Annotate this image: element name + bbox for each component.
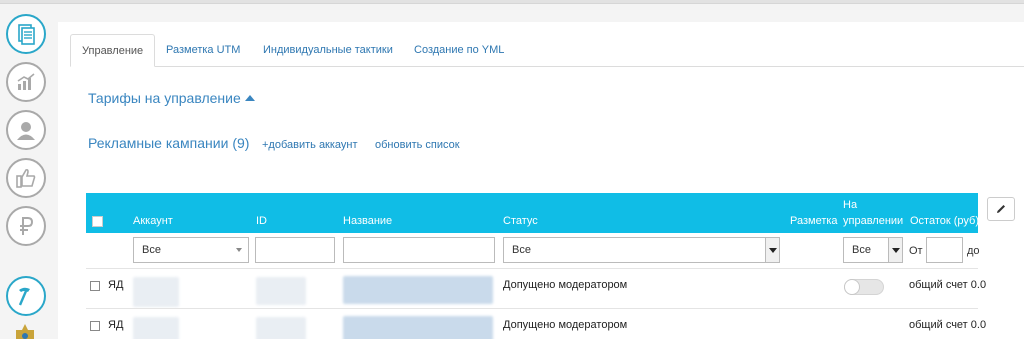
row-status: Допущено модератором: [503, 279, 628, 291]
tab-bar: Управление Разметка UTM Индивидуальные т…: [70, 34, 1024, 67]
tariffs-toggle[interactable]: Тарифы на управление: [88, 90, 255, 106]
top-strip: [0, 0, 1024, 4]
select-all-checkbox[interactable]: [92, 216, 103, 227]
tariffs-title: Тарифы на управление: [88, 90, 241, 106]
header-managed-line2[interactable]: управлении: [843, 215, 903, 227]
row-balance: общий счет 0.0: [909, 279, 987, 291]
header-account[interactable]: Аккаунт: [133, 215, 173, 227]
header-managed-line1[interactable]: На: [843, 199, 857, 211]
account-filter-value: Все: [142, 244, 161, 256]
managed-toggle[interactable]: [844, 279, 884, 295]
sidebar: [0, 4, 54, 339]
header-status[interactable]: Статус: [503, 215, 538, 227]
balance-to-label: до: [967, 245, 980, 257]
status-filter-value: Все: [512, 244, 531, 256]
caret-up-icon: [244, 95, 255, 101]
hammer-icon[interactable]: [6, 276, 46, 316]
user-profile-icon[interactable]: [6, 110, 46, 150]
row-id-redacted: [256, 317, 306, 339]
table-header: Аккаунт ID Название Статус Разметка На у…: [86, 193, 979, 233]
row-id-redacted: [256, 277, 306, 305]
status-filter-select[interactable]: Все: [503, 237, 780, 263]
row-checkbox[interactable]: [90, 281, 100, 291]
row-name-link[interactable]: [343, 316, 493, 339]
header-markup[interactable]: Разметка: [790, 215, 838, 227]
managed-filter-value: Все: [852, 244, 871, 256]
toggle-knob: [844, 279, 860, 295]
tab-yml-creation[interactable]: Создание по YML: [403, 34, 515, 67]
row-balance: общий счет 0.0: [909, 319, 987, 331]
row-checkbox[interactable]: [90, 321, 100, 331]
name-filter-input[interactable]: [343, 237, 495, 263]
row-system: ЯД: [108, 319, 124, 331]
managed-filter-select[interactable]: Все: [843, 237, 903, 263]
documents-icon[interactable]: [6, 14, 46, 54]
tab-utm-markup[interactable]: Разметка UTM: [155, 34, 251, 67]
pencil-icon: [997, 205, 1005, 213]
tab-management[interactable]: Управление: [70, 34, 156, 67]
chevron-down-icon: [765, 238, 779, 262]
brand-logo-icon: [16, 324, 34, 339]
row-status: Допущено модератором: [503, 319, 628, 331]
analytics-chart-icon[interactable]: [6, 62, 46, 102]
balance-from-input[interactable]: [926, 237, 963, 263]
tab-individual-tactics[interactable]: Индивидуальные тактики: [252, 34, 404, 67]
campaigns-title: Рекламные кампании (9): [88, 135, 250, 151]
row-system: ЯД: [108, 279, 124, 291]
filter-row: Все Все Все От до: [86, 233, 980, 269]
edit-columns-button[interactable]: [987, 197, 1015, 221]
row-name-link[interactable]: [343, 276, 493, 304]
id-filter-input[interactable]: [255, 237, 335, 263]
header-name[interactable]: Название: [343, 215, 392, 227]
add-account-link[interactable]: +добавить аккаунт: [262, 139, 358, 151]
refresh-list-link[interactable]: обновить список: [375, 139, 460, 151]
thumbs-up-icon[interactable]: [6, 158, 46, 198]
table-row[interactable]: ЯД Допущено модератором общий счет 0.0: [86, 308, 986, 339]
chevron-down-icon: [888, 238, 902, 262]
chevron-down-icon: [236, 248, 242, 252]
row-account-redacted: [133, 317, 179, 339]
row-account-redacted: [133, 277, 179, 307]
table-row[interactable]: ЯД Допущено модератором общий счет 0.0: [86, 268, 986, 308]
balance-from-label: От: [909, 245, 923, 257]
ruble-icon[interactable]: [6, 206, 46, 246]
account-filter-select[interactable]: Все: [133, 237, 249, 263]
main-panel: Управление Разметка UTM Индивидуальные т…: [58, 22, 1024, 339]
header-id[interactable]: ID: [256, 215, 267, 227]
header-balance[interactable]: Остаток (руб): [910, 215, 979, 227]
